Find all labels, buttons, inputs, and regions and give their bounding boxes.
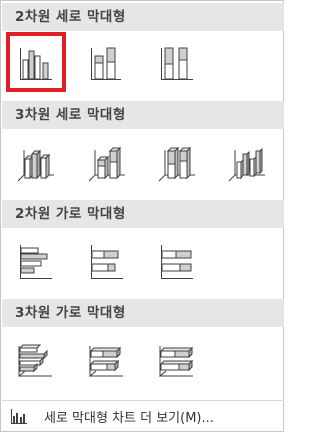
gallery-row-3d-column [1, 132, 285, 198]
3d-stacked-column-option[interactable] [77, 132, 137, 192]
100-stacked-bar-icon [161, 245, 193, 279]
column-chart-gallery: 2차원 세로 막대형 3차원 세로 막대형 2차원 가로 막대형 3차원 가로 … [0, 0, 284, 432]
clustered-column-icon [20, 48, 52, 80]
3d-clustered-column-option[interactable] [6, 132, 66, 192]
gallery-row-2d-column [1, 32, 285, 98]
3d-clustered-bar-option[interactable] [6, 330, 66, 390]
more-column-charts-label: 세로 막대형 차트 더 보기(M)... [44, 411, 214, 426]
clustered-bar-icon [20, 245, 52, 279]
gallery-row-2d-bar [1, 231, 285, 297]
3d-column-option[interactable] [217, 132, 277, 192]
3d-100-stacked-bar-option[interactable] [147, 330, 207, 390]
3d-column-icon [228, 147, 265, 182]
stacked-bar-icon [91, 245, 123, 279]
3d-clustered-bar-icon [18, 344, 52, 378]
100-stacked-column-icon [161, 47, 193, 80]
100-stacked-column-option[interactable] [147, 32, 207, 92]
3d-clustered-column-icon [17, 149, 54, 182]
3d-stacked-bar-option[interactable] [77, 330, 137, 390]
clustered-column-option[interactable] [6, 32, 66, 92]
3d-100-stacked-bar-icon [159, 346, 194, 378]
clustered-bar-option[interactable] [6, 231, 66, 291]
3d-100-stacked-column-option[interactable] [147, 132, 207, 192]
section-header-3d-bar: 3차원 가로 막대형 [2, 299, 284, 327]
stacked-column-option[interactable] [77, 32, 137, 92]
3d-stacked-column-icon [88, 146, 125, 182]
gallery-row-3d-bar [1, 330, 285, 396]
3d-stacked-bar-icon [89, 346, 123, 378]
section-header-2d-bar: 2차원 가로 막대형 [2, 200, 284, 228]
section-header-2d-column: 2차원 세로 막대형 [2, 3, 284, 31]
stacked-bar-option[interactable] [77, 231, 137, 291]
stacked-column-icon [91, 47, 121, 80]
3d-100-stacked-column-icon [158, 146, 195, 182]
bar-chart-more-icon [11, 409, 27, 424]
more-column-charts-link[interactable]: 세로 막대형 차트 더 보기(M)... [2, 400, 284, 431]
100-stacked-bar-option[interactable] [147, 231, 207, 291]
section-header-3d-column: 3차원 세로 막대형 [2, 101, 284, 129]
